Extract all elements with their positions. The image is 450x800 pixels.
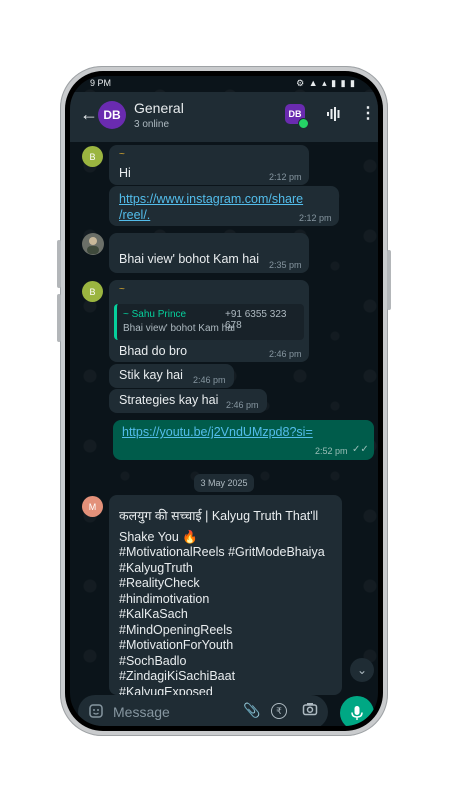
status-time: 9 PM xyxy=(90,78,112,88)
hashtag-line: #MotivationForYouth xyxy=(119,638,234,652)
sender-avatar[interactable]: B xyxy=(82,146,103,167)
quoted-sender-phone: +91 6355 323 678 xyxy=(225,309,287,331)
message-text: Bhai view' bohot Kam hai xyxy=(119,252,259,266)
microphone-button[interactable] xyxy=(340,696,374,726)
sender-avatar[interactable]: B xyxy=(82,281,103,302)
message-time: 2:46 pm xyxy=(193,375,226,385)
message-bubble[interactable]: Bhai view' bohot Kam hai 2:35 pm xyxy=(109,233,309,273)
instagram-link-line2[interactable]: /reel/. xyxy=(119,208,150,222)
sender-name: ~ xyxy=(119,149,125,160)
message-bubble[interactable]: https://www.instagram.com/share /reel/. … xyxy=(109,186,339,226)
phone-frame: 9 PM ⚙ ▲ ▴ ▮ ▮ ▮ ← DB General 3 online D… xyxy=(60,66,388,736)
more-options-icon[interactable]: ⋮ xyxy=(360,103,376,123)
quoted-sender-name: ~ Sahu Prince xyxy=(123,309,187,320)
long-message-bubble[interactable]: कलयुग की सच्चाई | Kalyug Truth That'll S… xyxy=(109,495,342,695)
message-bubble[interactable]: ~ Hi 2:12 pm xyxy=(109,145,309,185)
message-time: 2:35 pm xyxy=(269,260,302,270)
contact-photo-avatar[interactable] xyxy=(82,233,104,255)
message-line: Shake You 🔥 xyxy=(119,529,198,544)
sticker-icon[interactable] xyxy=(88,703,104,719)
message-time: 2:46 pm xyxy=(269,349,302,359)
camera-icon[interactable] xyxy=(302,701,318,717)
phone-bezel: 9 PM ⚙ ▲ ▴ ▮ ▮ ▮ ← DB General 3 online D… xyxy=(65,71,383,731)
reply-message-bubble[interactable]: ~ ~ Sahu Prince +91 6355 323 678 Bhai vi… xyxy=(109,280,309,362)
volume-button xyxy=(57,294,61,342)
message-bubble[interactable]: Strategies kay hai 2:46 pm xyxy=(109,389,267,413)
instagram-link-line1[interactable]: https://www.instagram.com/share xyxy=(119,192,303,206)
online-count: 3 online xyxy=(134,119,170,130)
date-separator: 3 May 2025 xyxy=(194,474,254,492)
status-icons: ⚙ ▲ ▴ ▮ ▮ ▮ xyxy=(296,78,356,88)
sender-avatar[interactable]: M xyxy=(82,496,103,517)
hashtag-line: #KalyugTruth xyxy=(119,560,193,575)
hashtag-line: #hindimotivation xyxy=(119,591,210,606)
status-bar: 9 PM ⚙ ▲ ▴ ▮ ▮ ▮ xyxy=(70,76,378,92)
hashtag-line: #SochBadlo xyxy=(119,653,187,668)
message-composer: 📎 ₹ xyxy=(78,695,328,726)
message-time: 2:46 pm xyxy=(226,400,259,410)
hashtag-line: #KalKaSach xyxy=(119,607,188,621)
youtube-link[interactable]: https://youtu.be/j2VndUMzpd8?si= xyxy=(122,425,313,439)
scroll-down-icon[interactable]: ⌄ xyxy=(350,658,374,682)
hashtag-line: #KalyugExposed xyxy=(119,684,213,696)
sender-name: ~ xyxy=(119,284,125,295)
message-time: 2:12 pm xyxy=(269,172,302,182)
message-bubble[interactable]: Stik kay hai 2:46 pm xyxy=(109,364,234,388)
attachment-icon[interactable]: 📎 xyxy=(243,702,260,719)
message-time: 2:12 pm xyxy=(299,213,332,223)
message-time: 2:52 pm xyxy=(315,446,348,456)
outgoing-message-bubble[interactable]: https://youtu.be/j2VndUMzpd8?si= 2:52 pm… xyxy=(113,420,374,460)
mic-icon xyxy=(351,706,363,720)
message-input[interactable] xyxy=(111,703,235,721)
message-text: Hi xyxy=(119,166,131,180)
back-arrow-icon[interactable]: ← xyxy=(80,104,98,125)
verified-check-icon xyxy=(298,118,309,129)
read-receipt-icon: ✓✓ xyxy=(352,444,369,455)
power-button xyxy=(387,250,391,310)
hashtag-line: #RealityCheck xyxy=(119,576,200,590)
hashtag-line: #MindOpeningReels xyxy=(119,622,233,637)
chat-header: ← DB General 3 online DB ⋮ xyxy=(70,92,378,142)
message-text: Strategies kay hai xyxy=(119,393,219,407)
message-line: कलयुग की सच्चाई | Kalyug Truth That'll xyxy=(119,509,319,523)
message-text: Stik kay hai xyxy=(119,368,183,382)
chat-screen: 9 PM ⚙ ▲ ▴ ▮ ▮ ▮ ← DB General 3 online D… xyxy=(70,76,378,726)
voice-call-icon[interactable] xyxy=(326,106,342,122)
volume-button xyxy=(57,240,61,288)
quoted-text: Bhai view' bohot Kam hai xyxy=(123,323,235,334)
hashtag-line: #MotivationalReels #GritModeBhaiya xyxy=(119,545,325,559)
quoted-message[interactable]: ~ Sahu Prince +91 6355 323 678 Bhai view… xyxy=(114,304,304,340)
group-avatar[interactable]: DB xyxy=(98,101,126,129)
group-title[interactable]: General xyxy=(134,100,184,116)
payment-icon[interactable]: ₹ xyxy=(271,703,287,719)
hashtag-line: #ZindagiKiSachiBaat xyxy=(119,669,236,683)
message-text: Bhad do bro xyxy=(119,344,188,358)
